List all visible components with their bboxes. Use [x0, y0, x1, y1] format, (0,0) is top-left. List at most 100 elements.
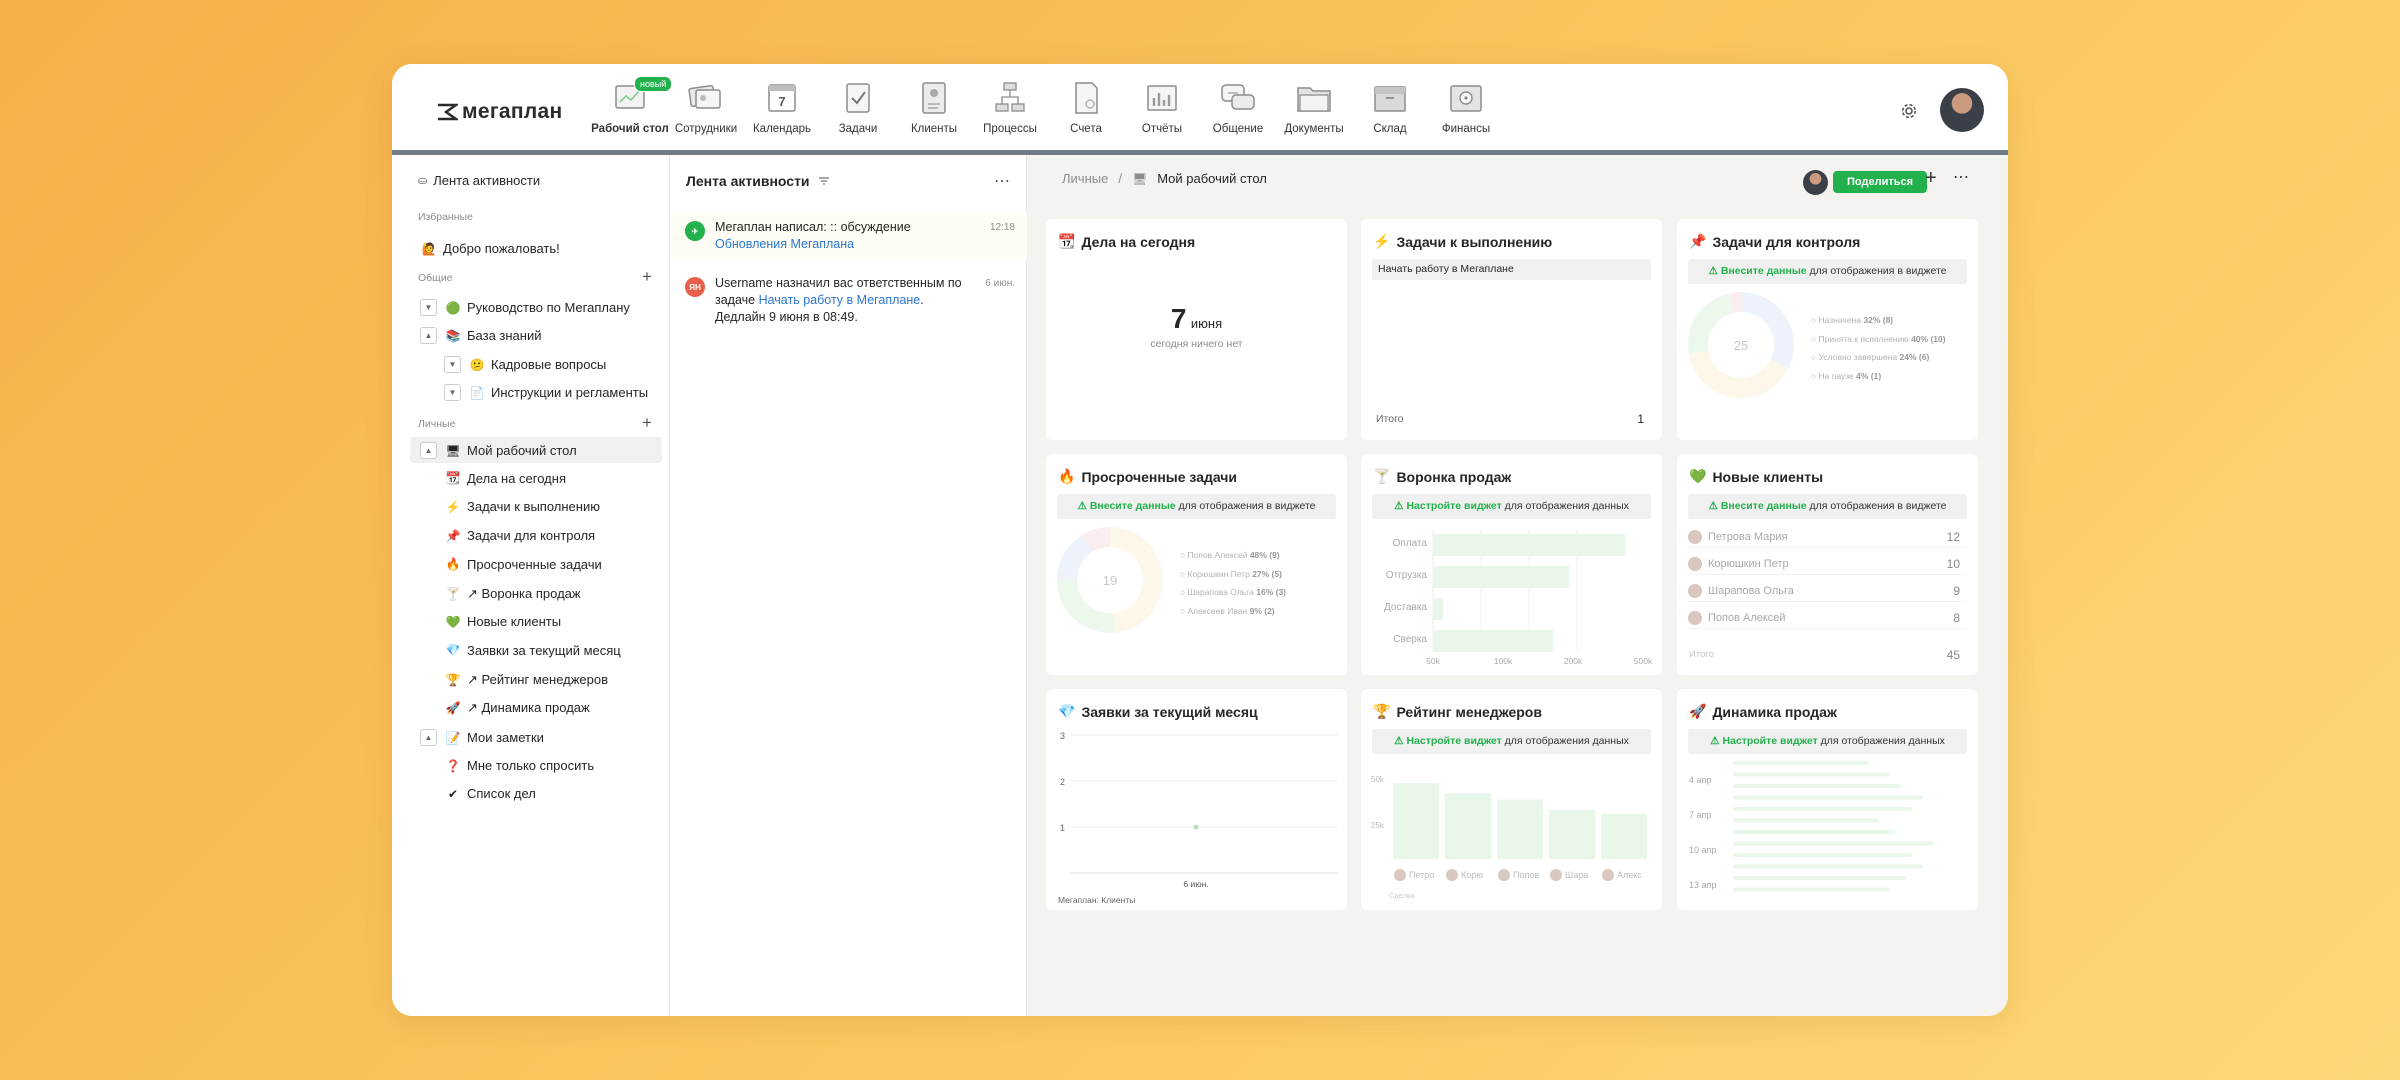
user-avatar[interactable] — [1940, 88, 1984, 132]
sidebar-item-label: ↗ Воронка продаж — [467, 585, 581, 601]
sidebar-item-hr[interactable]: ▼ 😕 Кадровые вопросы — [444, 356, 606, 373]
sidebar-item-welcome[interactable]: 🙋 Добро пожаловать! — [420, 241, 560, 256]
sidebar-item-personal-8[interactable]: 🏆 ↗ Рейтинг менеджеров — [444, 672, 609, 688]
chevron-down-icon[interactable]: ▼ — [444, 384, 461, 401]
chat-icon — [1221, 84, 1255, 110]
chevron-down-icon[interactable]: ▼ — [420, 299, 437, 316]
feed-link[interactable]: Начать работу в Мегаплане — [759, 293, 921, 307]
sidebar-item-personal-6[interactable]: 💚 Новые клиенты — [444, 614, 562, 629]
manager-avatar — [1550, 869, 1562, 881]
requests-line-chart: 3 2 1 6 июн. Мегаплан: Клиенты — [1058, 731, 1338, 905]
warning-link[interactable]: ⚠ Внесите данные — [1708, 265, 1806, 277]
widget-control[interactable]: 📌 Задачи для контроля ⚠ Внесите данные дл… — [1677, 219, 1978, 440]
share-button[interactable]: Поделиться — [1833, 171, 1928, 193]
sidebar-item-guide[interactable]: ▼ 🟢 Руководство по Мегаплану — [420, 299, 630, 316]
feed-more-icon[interactable]: ⋯ — [994, 171, 1010, 191]
dynamics-bar — [1733, 818, 1879, 823]
sidebar-item-ask[interactable]: ❓ Мне только спросить — [444, 758, 595, 773]
nav-item-4[interactable]: Задачи — [820, 78, 896, 135]
warning-link[interactable]: ⚠ Настройте виджет — [1394, 735, 1502, 747]
owner-avatar[interactable] — [1803, 170, 1828, 195]
widget-today[interactable]: 📆 Дела на сегодня 7 июня сегодня ничего н… — [1046, 219, 1347, 440]
item-emoji-icon: 📚 — [445, 328, 461, 343]
sidebar-item-todo-list[interactable]: ✔ Список дел — [444, 786, 536, 801]
nav-item-6[interactable]: Процессы — [972, 78, 1048, 135]
client-name: Попов Алексей — [1708, 611, 1786, 624]
widget-new-clients[interactable]: 💚 Новые клиенты ⚠ Внесите данные для отоб… — [1677, 454, 1978, 675]
nav-item-10[interactable]: Документы — [1276, 78, 1352, 135]
nav-item-12[interactable]: Финансы — [1428, 78, 1504, 135]
widget-warning[interactable]: ⚠ Внесите данные для отображения в видже… — [1688, 259, 1967, 284]
todo-total-label: Итого — [1376, 413, 1404, 425]
widget-dynamics[interactable]: 🚀 Динамика продаж ⚠ Настройте виджет для … — [1677, 689, 1978, 910]
chevron-up-icon[interactable]: ▲ — [420, 442, 437, 459]
warning-link[interactable]: ⚠ Настройте виджет — [1710, 735, 1818, 747]
chevron-up-icon[interactable]: ▲ — [420, 729, 437, 746]
warning-link[interactable]: ⚠ Внесите данные — [1708, 500, 1806, 512]
rating-bar — [1601, 813, 1647, 859]
sidebar-item-personal-4[interactable]: 🔥 Просроченные задачи — [444, 557, 602, 572]
sidebar-item-personal-7[interactable]: 💎 Заявки за текущий месяц — [444, 643, 621, 658]
feed-item[interactable]: ЯН 6 июн. Username назначил вас ответствен… — [671, 275, 1027, 326]
client-row[interactable]: Корюшкин Петр 10 — [1688, 553, 1967, 575]
sidebar-item-personal-1[interactable]: 📆 Дела на сегодня — [444, 471, 566, 486]
feed-header[interactable]: Лента активности — [686, 173, 830, 189]
client-row[interactable]: Попов Алексей 8 — [1688, 607, 1967, 629]
add-widget-icon[interactable]: + — [1925, 167, 1937, 190]
chevron-down-icon[interactable]: ▼ — [444, 356, 461, 373]
client-row[interactable]: Петрова Мария 12 — [1688, 526, 1967, 548]
widget-rating[interactable]: 🏆 Рейтинг менеджеров ⚠ Настройте виджет д… — [1361, 689, 1662, 910]
widget-warning[interactable]: ⚠ Настройте виджет для отображения данны… — [1372, 494, 1651, 519]
sidebar-item-personal-5[interactable]: 🍸 ↗ Воронка продаж — [444, 586, 581, 602]
item-emoji-icon: 📆 — [445, 471, 461, 486]
warning-link[interactable]: ⚠ Настройте виджет — [1394, 500, 1502, 512]
sidebar-item-personal-9[interactable]: 🚀 ↗ Динамика продаж — [444, 700, 590, 716]
widget-funnel[interactable]: 🍸 Воронка продаж ⚠ Настройте виджет для о… — [1361, 454, 1662, 675]
settings-gear-icon[interactable] — [1900, 102, 1918, 120]
widget-todo[interactable]: ⚡ Задачи к выполнению Начать работу в Мег… — [1361, 219, 1662, 440]
nav-item-5[interactable]: Клиенты — [896, 78, 972, 135]
feed-text-prefix: Мегаплан написал: :: обсуждение — [715, 220, 911, 234]
nav-item-9[interactable]: Общение — [1200, 78, 1276, 135]
rating-name: Петро — [1409, 870, 1434, 880]
sidebar-item-activity-feed[interactable]: ⛀ Лента активности — [418, 173, 540, 188]
item-emoji-icon: 🔥 — [445, 557, 461, 572]
feed-link[interactable]: Обновления Мегаплана — [715, 237, 854, 251]
widget-warning[interactable]: ⚠ Внесите данные для отображения в видже… — [1057, 494, 1336, 519]
heart-emoji-icon: 💚 — [1689, 468, 1707, 484]
sidebar-item-personal-2[interactable]: ⚡ Задачи к выполнению — [444, 499, 600, 514]
filter-icon[interactable] — [818, 176, 830, 186]
widget-warning[interactable]: ⚠ Внесите данные для отображения в видже… — [1688, 494, 1967, 519]
sidebar-item-my-desktop[interactable]: ▲ 🖥 Мой рабочий стол — [420, 442, 577, 459]
widget-warning[interactable]: ⚠ Настройте виджет для отображения данны… — [1688, 729, 1967, 754]
dashboard-more-icon[interactable]: ⋯ — [1953, 167, 1969, 187]
sidebar-item-instructions[interactable]: ▼ 📄 Инструкции и регламенты — [444, 384, 648, 401]
megaplan-avatar-icon: ✈ — [685, 221, 705, 241]
logo[interactable]: мегаплан — [436, 100, 562, 124]
warning-link[interactable]: ⚠ Внесите данные — [1077, 500, 1175, 512]
dynamics-date: 13 апр — [1689, 880, 1716, 890]
legend-dot-icon: ○ — [1180, 587, 1188, 597]
sidebar-item-knowledge-base[interactable]: ▲ 📚 База знаний — [420, 327, 542, 344]
widget-warning[interactable]: ⚠ Настройте виджет для отображения данны… — [1372, 729, 1651, 754]
todo-task-item[interactable]: Начать работу в Мегаплане — [1372, 259, 1651, 280]
nav-label: Задачи — [838, 123, 878, 135]
nav-item-7[interactable]: Счета — [1048, 78, 1124, 135]
widget-title: 💚 Новые клиенты — [1689, 468, 1823, 485]
add-personal-icon[interactable]: + — [642, 414, 652, 431]
nav-item-1[interactable]: новый Рабочий стол — [591, 76, 673, 135]
client-row[interactable]: Шарапова Ольга 9 — [1688, 580, 1967, 602]
nav-item-8[interactable]: Отчёты — [1124, 78, 1200, 135]
breadcrumb-root[interactable]: Личные — [1062, 171, 1108, 186]
feed-item[interactable]: ✈ 12:18 Мегаплан написал: :: обсуждение Обн… — [671, 213, 1027, 259]
client-avatar — [1688, 556, 1702, 571]
nav-item-3[interactable]: 7 Календарь — [744, 78, 820, 135]
widget-requests[interactable]: 💎 Заявки за текущий месяц 3 2 1 6 июн. Мегапл… — [1046, 689, 1347, 910]
sidebar-item-personal-3[interactable]: 📌 Задачи для контроля — [444, 528, 596, 543]
nav-item-2[interactable]: Сотрудники — [668, 78, 744, 135]
sidebar-item-notes[interactable]: ▲ 📝 Мои заметки — [420, 729, 544, 746]
add-common-icon[interactable]: + — [642, 268, 652, 285]
nav-item-11[interactable]: Склад — [1352, 78, 1428, 135]
widget-overdue[interactable]: 🔥 Просроченные задачи ⚠ Внесите данные дл… — [1046, 454, 1347, 675]
chevron-up-icon[interactable]: ▲ — [420, 327, 437, 344]
